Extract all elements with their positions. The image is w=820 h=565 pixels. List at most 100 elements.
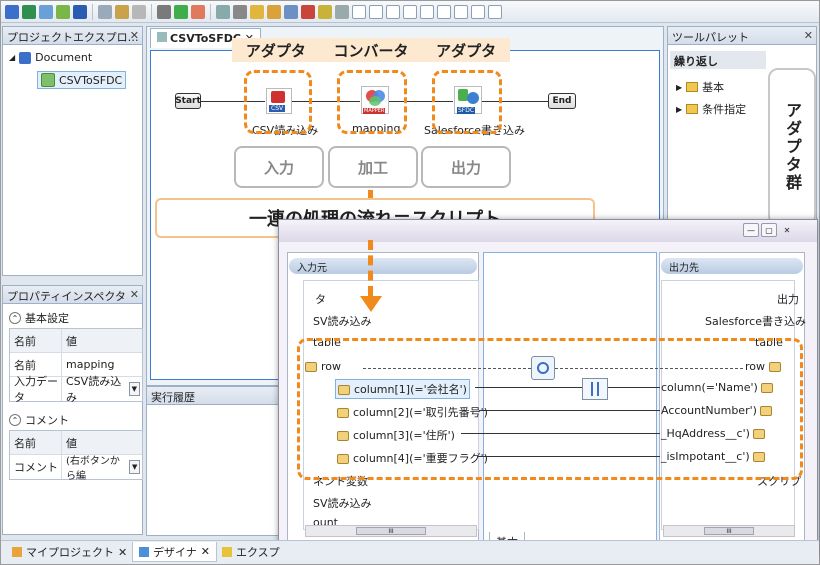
end-node[interactable]: End — [548, 93, 576, 109]
arrow-head-icon — [360, 296, 382, 312]
cut-icon[interactable] — [98, 4, 112, 19]
layout-icon[interactable] — [403, 4, 417, 19]
project-explorer-panel: プロジェクトエクスプロ… ✕ ◢ Document CSVToSFDC — [2, 26, 143, 276]
collapse-icon[interactable]: ⌃ — [9, 414, 21, 426]
tab-label: エクスプ — [236, 546, 280, 559]
layout-icon[interactable] — [386, 4, 400, 19]
layout-icon[interactable] — [335, 4, 349, 19]
layout-icon[interactable] — [369, 4, 383, 19]
stop-icon[interactable] — [191, 4, 205, 19]
end-label: End — [552, 96, 572, 106]
input-data-select[interactable]: CSV読み込み ▼ — [62, 375, 142, 404]
tab-explorer[interactable]: エクスプ — [216, 542, 286, 562]
grid-icon[interactable] — [216, 4, 230, 19]
debug-icon[interactable] — [157, 4, 171, 19]
info-icon[interactable] — [284, 4, 298, 19]
close-icon[interactable]: ✕ — [130, 288, 139, 301]
chevron-down-icon[interactable]: ▼ — [129, 460, 140, 474]
tab-designer[interactable]: デザイナ ✕ — [132, 542, 217, 562]
tab-my-project[interactable]: マイプロジェクト ✕ — [6, 542, 133, 562]
refresh-icon[interactable] — [39, 4, 53, 19]
palette-item-condition[interactable]: ▶ 条件指定 — [676, 101, 746, 117]
start-node[interactable]: Start — [175, 93, 201, 109]
column-header-value: 値 — [66, 334, 77, 348]
document-icon — [19, 51, 32, 64]
tool-icon[interactable] — [233, 4, 247, 19]
expand-arrow-icon[interactable]: ◢ — [9, 53, 15, 62]
tool-palette-title: ツールパレット — [668, 27, 816, 45]
target-tree-row: 出力 — [777, 293, 799, 306]
flow-arrow-dashed — [368, 190, 374, 198]
layout-icon[interactable] — [471, 4, 485, 19]
folder-icon[interactable] — [250, 4, 264, 19]
scrollbar-thumb[interactable]: III — [704, 527, 754, 535]
main-toolbar — [1, 1, 819, 23]
close-icon[interactable]: ✕ — [118, 546, 127, 559]
target-scrollbar[interactable]: III — [663, 525, 795, 537]
basic-properties-grid: 名前値 名前 mapping 入力データ CSV読み込み ▼ — [9, 328, 143, 404]
adapters-group-label: アダプタ群 — [768, 68, 816, 226]
exec-history-panel: 実行履歴 — [146, 386, 280, 536]
tree-item-label: Document — [35, 51, 93, 64]
source-tree-row: SV読み込み — [313, 315, 372, 328]
toolbar-separator — [210, 3, 211, 20]
section-basic-label: 基本設定 — [25, 312, 69, 325]
layout-icon[interactable] — [352, 4, 366, 19]
close-icon[interactable]: ✕ — [804, 29, 813, 42]
project-explorer-title: プロジェクトエクスプロ… — [3, 27, 142, 45]
palette-item-basic[interactable]: ▶ 基本 — [676, 79, 724, 95]
tab-label: CSVToSFDC — [170, 32, 241, 45]
toolbar-separator — [151, 3, 152, 20]
tab-label: デザイナ — [153, 545, 197, 559]
palette-item-label: 基本 — [702, 81, 725, 94]
property-inspector-panel: プロパティインスペクタ ✕ ⌃ 基本設定 名前値 名前 mapping 入力データ… — [2, 285, 143, 535]
doc-icon[interactable] — [267, 4, 281, 19]
export-icon[interactable] — [301, 4, 315, 19]
input-data-value: CSV読み込み — [66, 375, 122, 404]
open-icon[interactable] — [22, 4, 36, 19]
folder-icon — [222, 547, 232, 557]
new-icon[interactable] — [5, 4, 19, 19]
mapping-highlight — [297, 338, 803, 480]
annotation-header: アダプタ コンバータ アダプタ — [232, 38, 510, 62]
check-icon[interactable] — [56, 4, 70, 19]
palette-item-label: 条件指定 — [702, 103, 747, 116]
close-icon[interactable]: ✕ — [779, 223, 795, 237]
scrollbar-thumb[interactable]: III — [356, 527, 426, 535]
tree-item-document[interactable]: ◢ Document — [9, 51, 92, 64]
section-basic[interactable]: ⌃ 基本設定 — [9, 310, 69, 326]
palette-repeat-header[interactable]: 繰り返し — [670, 51, 766, 69]
column-header-value: 値 — [66, 436, 77, 450]
target-header: 出力先 — [661, 258, 803, 274]
comment-properties-grid: 名前値 コメント (右ボタンから編 ▼ — [9, 430, 143, 482]
converter-highlight — [337, 70, 407, 134]
section-comment[interactable]: ⌃ コメント — [9, 412, 69, 428]
adapter-highlight — [244, 70, 312, 134]
layout-icon[interactable] — [488, 4, 502, 19]
source-header: 入力元 — [289, 258, 477, 274]
toolbar-separator — [92, 3, 93, 20]
layout-icon[interactable] — [420, 4, 434, 19]
target-tree-row: Salesforce書き込み — [705, 315, 806, 328]
layout-icon[interactable] — [454, 4, 468, 19]
close-icon[interactable]: ✕ — [201, 545, 210, 558]
collapse-icon[interactable]: ⌃ — [9, 312, 21, 324]
bug-icon[interactable] — [318, 4, 332, 19]
source-scrollbar[interactable]: III — [305, 525, 477, 537]
column-header-name: 名前 — [10, 329, 62, 352]
save-icon[interactable] — [73, 4, 87, 19]
chevron-down-icon[interactable]: ▼ — [128, 382, 140, 396]
layout-icon[interactable] — [437, 4, 451, 19]
run-icon[interactable] — [174, 4, 188, 19]
mapping-window-titlebar[interactable] — [279, 220, 817, 242]
copy-icon[interactable] — [115, 4, 129, 19]
comment-select[interactable]: (右ボタンから編 ▼ — [62, 455, 142, 482]
close-icon[interactable]: ✕ — [130, 29, 139, 42]
minimize-icon[interactable]: — — [743, 223, 759, 237]
property-key: 入力データ — [10, 375, 62, 404]
paste-icon[interactable] — [132, 4, 146, 19]
adapter-label: アダプタ — [245, 41, 306, 60]
property-inspector-title: プロパティインスペクタ — [3, 286, 142, 304]
maximize-icon[interactable]: ▢ — [761, 223, 777, 237]
tree-item-csvtosfdc[interactable]: CSVToSFDC — [37, 71, 127, 89]
